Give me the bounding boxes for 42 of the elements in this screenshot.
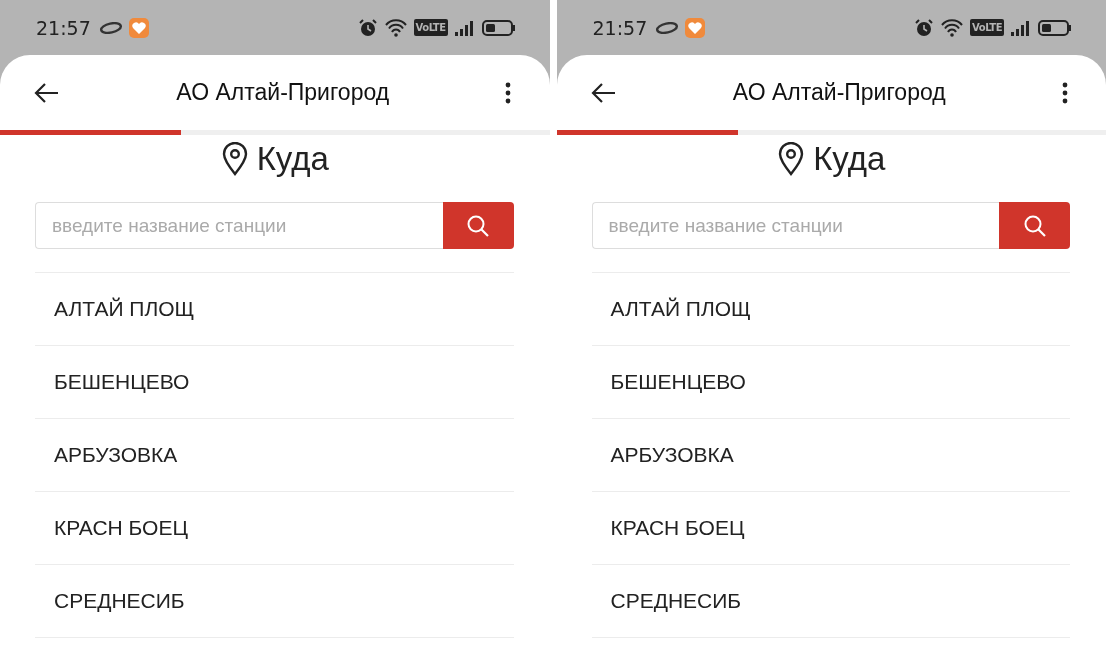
location-pin-icon — [777, 142, 806, 176]
station-list-item[interactable]: БЕШЕНЦЕВО — [591, 346, 1070, 419]
destination-heading: Куда — [256, 140, 329, 178]
search-icon — [466, 213, 490, 238]
more-icon — [505, 81, 512, 104]
destination-heading: Куда — [813, 140, 886, 178]
station-list-item[interactable]: КРАСН БОЕЦ — [591, 492, 1070, 565]
signal-icon — [453, 18, 476, 37]
alarm-icon — [357, 17, 378, 38]
ring-icon — [655, 21, 680, 34]
volte-badge: VoLTE — [970, 19, 1004, 36]
alarm-icon — [914, 17, 935, 38]
station-search-field[interactable]: введите название станции — [35, 202, 443, 249]
station-list-item[interactable]: СРЕДНЕСИБ — [35, 565, 514, 638]
back-arrow-icon — [590, 81, 617, 104]
station-list-item[interactable]: КРАСН БОЕЦ — [35, 492, 514, 565]
station-list-item[interactable]: АРБУЗОВКА — [35, 419, 514, 492]
back-arrow-icon — [34, 81, 60, 104]
wifi-icon — [383, 17, 408, 38]
station-search-field[interactable]: введите название станции — [591, 202, 999, 249]
search-button[interactable] — [999, 202, 1070, 249]
app-title: АО Алтай-Пригород — [176, 79, 390, 106]
heart-app-icon — [128, 17, 149, 38]
status-time: 21:57 — [36, 16, 91, 39]
search-icon — [1022, 213, 1047, 238]
station-list-item[interactable]: БЕШЕНЦЕВО — [35, 346, 514, 419]
app-title: АО Алтай-Пригород — [732, 79, 946, 106]
battery-icon — [481, 18, 516, 37]
search-button[interactable] — [442, 202, 514, 249]
more-icon — [1062, 81, 1068, 104]
battery-icon — [1038, 18, 1072, 37]
heart-app-icon — [685, 17, 706, 38]
station-list-item[interactable]: АЛТАЙ ПЛОЩ — [591, 273, 1070, 346]
station-list-item[interactable]: АРБУЗОВКА — [591, 419, 1070, 492]
ring-icon — [98, 21, 123, 34]
location-pin-icon — [220, 142, 249, 176]
signal-icon — [1010, 18, 1032, 37]
wifi-icon — [940, 17, 965, 38]
station-list-item[interactable]: АЛТАЙ ПЛОЩ — [35, 273, 514, 346]
station-list-item[interactable]: СРЕДНЕСИБ — [591, 565, 1070, 638]
status-time: 21:57 — [592, 16, 648, 39]
volte-badge: VoLTE — [413, 19, 448, 36]
